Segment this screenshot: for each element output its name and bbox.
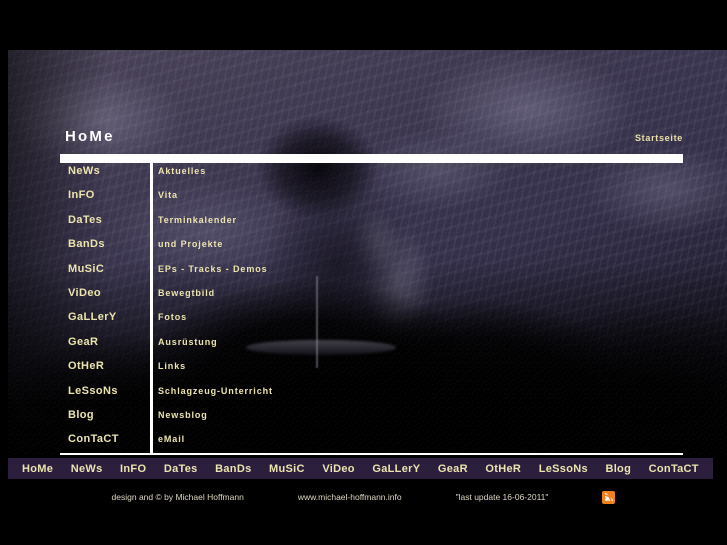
- page-root: HoMe Startseite NeWs Aktuelles InFO Vita DaT…: [0, 0, 727, 545]
- menu-item-other[interactable]: OtHeR: [68, 360, 104, 372]
- menu-description-lessons[interactable]: Schlagzeug-Unterricht: [158, 386, 273, 396]
- menu-item-contact[interactable]: ConTaCT: [68, 433, 119, 445]
- menu-row: NeWs Aktuelles: [8, 163, 727, 187]
- footer: design and © by Michael Hoffmann www.mic…: [0, 486, 727, 508]
- nav-item-lessons[interactable]: LeSsoNs: [539, 463, 588, 475]
- rss-feed-icon[interactable]: [602, 490, 616, 504]
- nav-item-music[interactable]: MuSiC: [269, 463, 305, 475]
- menu-item-gallery[interactable]: GaLLerY: [68, 311, 117, 323]
- footer-last-update: "last update 16-06-2011": [455, 492, 549, 502]
- menu-description-gallery[interactable]: Fotos: [158, 312, 187, 322]
- footer-copyright: design and © by Michael Hoffmann: [111, 492, 244, 502]
- menu-row: DaTes Terminkalender: [8, 212, 727, 236]
- startseite-link[interactable]: Startseite: [635, 133, 683, 143]
- menu-description-blog[interactable]: Newsblog: [158, 410, 208, 420]
- nav-item-contact[interactable]: ConTaCT: [649, 463, 699, 475]
- menu-item-info[interactable]: InFO: [68, 189, 95, 201]
- menu-item-video[interactable]: ViDeo: [68, 287, 101, 299]
- top-white-bar: [60, 154, 683, 163]
- menu-row: ConTaCT eMail: [8, 431, 727, 455]
- menu-item-blog[interactable]: Blog: [68, 409, 94, 421]
- menu-row: MuSiC EPs - Tracks - Demos: [8, 261, 727, 285]
- nav-item-home[interactable]: HoMe: [22, 463, 53, 475]
- menu-item-news[interactable]: NeWs: [68, 165, 100, 177]
- menu-item-gear[interactable]: GeaR: [68, 336, 98, 348]
- menu-description-bands[interactable]: und Projekte: [158, 239, 223, 249]
- menu-row: BanDs und Projekte: [8, 236, 727, 260]
- nav-item-info[interactable]: InFO: [120, 463, 146, 475]
- nav-item-other[interactable]: OtHeR: [485, 463, 521, 475]
- menu-description-video[interactable]: Bewegtbild: [158, 288, 215, 298]
- menu-item-music[interactable]: MuSiC: [68, 263, 104, 275]
- menu-row: OtHeR Links: [8, 358, 727, 382]
- main-menu: NeWs Aktuelles InFO Vita DaTes Terminkalender…: [8, 163, 727, 453]
- nav-item-video[interactable]: ViDeo: [322, 463, 354, 475]
- menu-description-news[interactable]: Aktuelles: [158, 166, 206, 176]
- menu-item-lessons[interactable]: LeSsoNs: [68, 385, 118, 397]
- menu-row: Blog Newsblog: [8, 407, 727, 431]
- nav-item-gear[interactable]: GeaR: [438, 463, 468, 475]
- nav-item-news[interactable]: NeWs: [71, 463, 103, 475]
- menu-description-gear[interactable]: Ausrüstung: [158, 337, 218, 347]
- nav-item-dates[interactable]: DaTes: [164, 463, 198, 475]
- hero-banner: HoMe Startseite NeWs Aktuelles InFO Vita DaT…: [8, 50, 727, 455]
- menu-description-other[interactable]: Links: [158, 361, 186, 371]
- menu-item-bands[interactable]: BanDs: [68, 238, 105, 250]
- footer-url[interactable]: www.michael-hoffmann.info: [298, 492, 402, 502]
- menu-row: InFO Vita: [8, 187, 727, 211]
- menu-row: ViDeo Bewegtbild: [8, 285, 727, 309]
- bottom-nav-bar: HoMe NeWs InFO DaTes BanDs MuSiC ViDeo GaLLerY G…: [8, 458, 713, 479]
- page-title: HoMe: [65, 128, 115, 145]
- menu-description-music[interactable]: EPs - Tracks - Demos: [158, 264, 268, 274]
- menu-description-contact[interactable]: eMail: [158, 434, 185, 444]
- menu-row: GeaR Ausrüstung: [8, 334, 727, 358]
- menu-description-info[interactable]: Vita: [158, 190, 178, 200]
- menu-description-dates[interactable]: Terminkalender: [158, 215, 237, 225]
- nav-item-blog[interactable]: Blog: [605, 463, 631, 475]
- nav-item-gallery[interactable]: GaLLerY: [372, 463, 420, 475]
- menu-row: LeSsoNs Schlagzeug-Unterricht: [8, 383, 727, 407]
- menu-row: GaLLerY Fotos: [8, 309, 727, 333]
- nav-item-bands[interactable]: BanDs: [215, 463, 251, 475]
- menu-item-dates[interactable]: DaTes: [68, 214, 102, 226]
